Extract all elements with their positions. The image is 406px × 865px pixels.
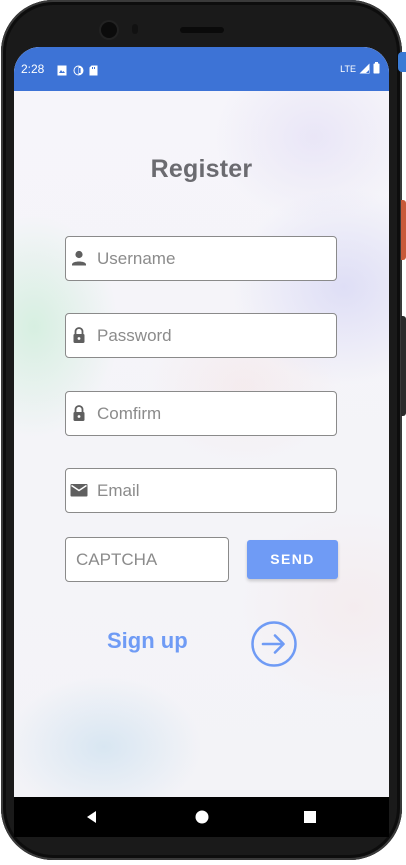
screen: 2:28 LTE Register Username Email CAPTCHA… <box>14 47 389 797</box>
captcha-field[interactable] <box>65 537 229 582</box>
page-title: Register <box>150 155 253 183</box>
password-input[interactable] <box>97 314 327 357</box>
battery-icon <box>373 62 380 76</box>
email-input[interactable] <box>97 469 327 512</box>
lock-icon <box>69 325 89 345</box>
image-notification-icon <box>57 63 67 76</box>
home-circle-icon[interactable] <box>194 809 210 825</box>
phone-frame: 2:28 LTE Register Username Email CAPTCHA… <box>0 0 406 865</box>
person-icon <box>69 248 89 268</box>
mail-icon <box>69 480 89 500</box>
front-camera <box>101 22 117 38</box>
username-field[interactable] <box>65 236 337 281</box>
network-type: LTE <box>340 64 356 74</box>
email-field[interactable] <box>65 468 337 513</box>
recents-square-icon[interactable] <box>302 809 318 825</box>
signal-icon <box>359 63 370 76</box>
lock-icon <box>69 403 89 423</box>
status-time: 2:28 <box>21 62 45 76</box>
emulator-indicator <box>398 52 406 72</box>
password-field[interactable] <box>65 313 337 358</box>
back-triangle-icon[interactable] <box>84 809 100 825</box>
captcha-input[interactable] <box>76 538 221 581</box>
system-status: LTE <box>340 62 380 76</box>
side-button-top <box>401 200 406 260</box>
confirm-field[interactable] <box>65 391 337 436</box>
proximity-sensor <box>132 24 138 34</box>
sd-card-icon <box>89 63 99 76</box>
username-input[interactable] <box>97 237 327 280</box>
navigation-bar <box>14 797 389 837</box>
app-notification-icon <box>73 63 84 76</box>
signup-label[interactable]: Sign up <box>107 628 188 654</box>
side-button-volume <box>401 316 406 416</box>
confirm-input[interactable] <box>97 392 327 435</box>
earpiece-speaker <box>180 27 224 33</box>
status-bar: 2:28 LTE <box>14 47 389 91</box>
arrow-right-circle-icon[interactable] <box>250 620 298 668</box>
notification-icons <box>57 63 99 76</box>
send-button[interactable]: SEND <box>247 540 338 579</box>
